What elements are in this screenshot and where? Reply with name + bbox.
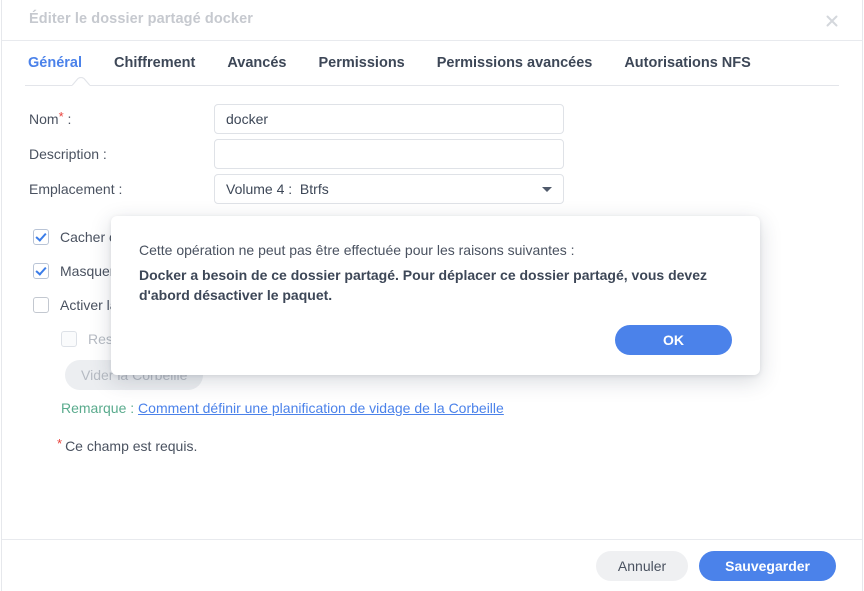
error-message-dialog: Cette opération ne peut pas être effectu… xyxy=(111,216,760,375)
window-title: Éditer le dossier partagé docker xyxy=(29,11,254,27)
required-star: * xyxy=(58,109,64,124)
tab-avances[interactable]: Avancés xyxy=(227,41,286,85)
tab-autorisations-nfs[interactable]: Autorisations NFS xyxy=(624,41,750,85)
required-field-note: * Ce champ est requis. xyxy=(57,436,839,454)
error-dialog-intro: Cette opération ne peut pas être effectu… xyxy=(139,242,575,258)
location-label: Emplacement : xyxy=(29,181,123,197)
required-star-legend: * xyxy=(57,436,63,451)
note-label: Remarque : xyxy=(61,400,135,416)
active-tab-indicator xyxy=(72,77,90,86)
hide-network-checkbox[interactable] xyxy=(33,229,49,245)
close-icon[interactable] xyxy=(822,11,842,31)
field-row-description: Description : xyxy=(29,137,839,171)
error-dialog-reason: Docker a besoin de ce dossier partagé. P… xyxy=(139,267,708,303)
restrict-recycle-checkbox xyxy=(61,331,77,347)
tab-permissions[interactable]: Permissions xyxy=(319,41,405,85)
tab-bar: Général Chiffrement Avancés Permissions … xyxy=(25,41,839,86)
save-button[interactable]: Sauvegarder xyxy=(699,550,836,581)
required-note-text: Ce champ est requis. xyxy=(65,438,198,454)
tab-chiffrement[interactable]: Chiffrement xyxy=(114,41,195,85)
tab-permissions-avancees[interactable]: Permissions avancées xyxy=(437,41,593,85)
field-row-location: Emplacement : xyxy=(29,172,839,206)
hide-subfolders-checkbox[interactable] xyxy=(33,263,49,279)
location-select[interactable] xyxy=(214,174,564,204)
enable-recycle-checkbox[interactable] xyxy=(33,297,49,313)
name-label: Nom* : xyxy=(29,109,72,127)
error-dialog-footer: OK xyxy=(615,325,732,355)
field-row-name: Nom* : xyxy=(29,102,839,136)
ok-button[interactable]: OK xyxy=(615,325,732,355)
error-dialog-body: Cette opération ne peut pas être effectu… xyxy=(111,216,760,305)
edit-shared-folder-window: Éditer le dossier partagé docker Général… xyxy=(1,0,863,591)
description-label: Description : xyxy=(29,146,107,162)
cancel-button[interactable]: Annuler xyxy=(595,550,689,581)
recycle-schedule-link[interactable]: Comment définir une planification de vid… xyxy=(138,400,504,416)
note-line: Remarque : Comment définir une planifica… xyxy=(61,400,839,416)
name-input[interactable] xyxy=(214,104,564,134)
window-titlebar: Éditer le dossier partagé docker xyxy=(2,0,862,41)
location-select-value[interactable] xyxy=(214,174,564,204)
description-input[interactable] xyxy=(214,139,564,169)
window-footer: Annuler Sauvegarder xyxy=(2,539,862,591)
